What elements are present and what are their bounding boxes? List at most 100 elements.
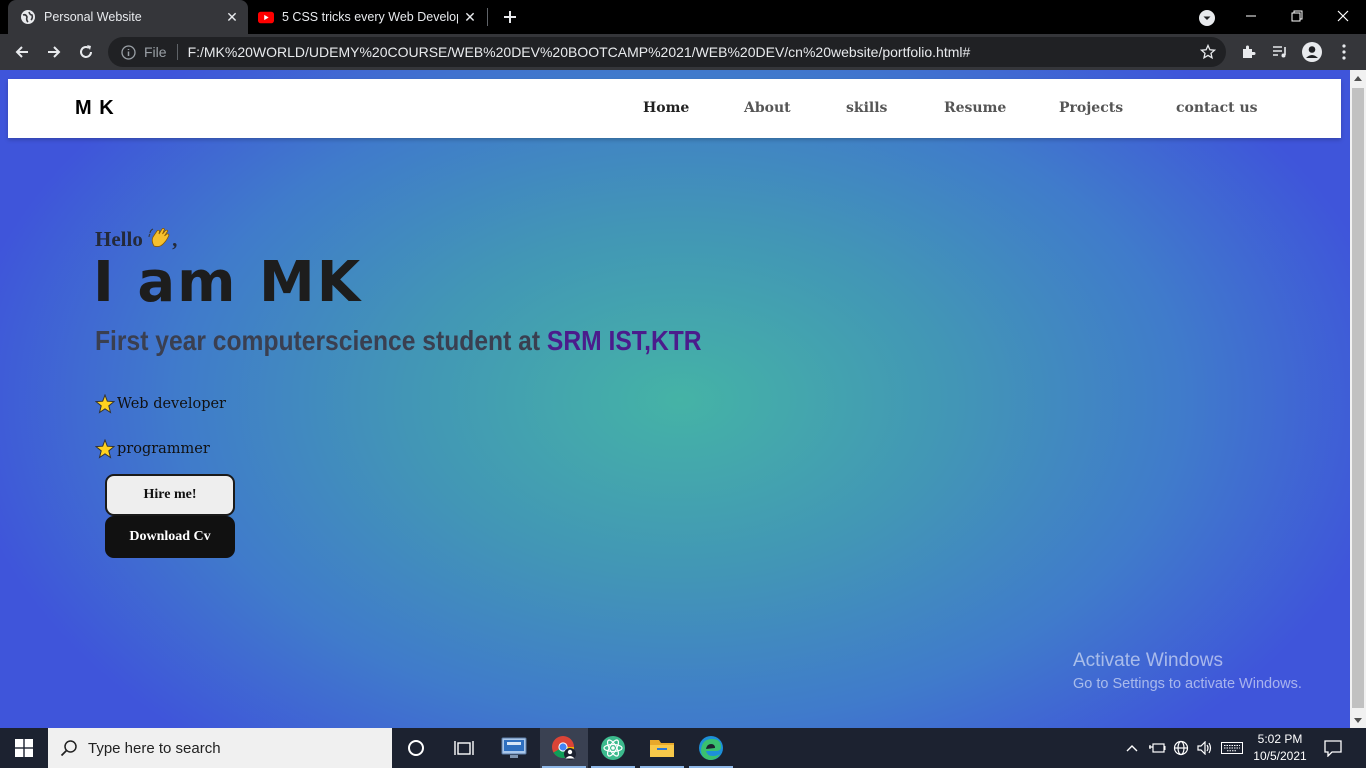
start-button[interactable] <box>0 728 48 768</box>
reload-icon <box>80 45 92 58</box>
cortana-button[interactable] <box>392 728 440 768</box>
taskbar-search-box[interactable]: Type here to search <box>48 728 392 768</box>
speaker-icon <box>1197 741 1212 755</box>
close-icon <box>1337 10 1349 22</box>
tab-personal-website[interactable]: Personal Website ✕ <box>8 0 248 34</box>
volume-tray-button[interactable] <box>1194 728 1216 768</box>
show-hidden-icons-button[interactable] <box>1120 728 1144 768</box>
greeting-text: Hello <box>95 227 143 251</box>
greeting: Hello , <box>95 226 177 252</box>
extensions-button[interactable] <box>1234 38 1262 66</box>
battery-plug-icon <box>1149 743 1166 753</box>
download-cv-button[interactable]: Download Cv <box>105 516 235 558</box>
edge-taskbar-button[interactable] <box>687 728 735 768</box>
url-text[interactable]: F:/MK%20WORLD/UDEMY%20COURSE/WEB%20DEV%2… <box>188 44 1194 60</box>
tab-title: 5 CSS tricks every Web Developer <box>282 10 458 24</box>
notification-icon <box>1324 740 1342 757</box>
back-button[interactable] <box>8 38 36 66</box>
tab-title: Personal Website <box>44 10 142 24</box>
battery-tray-button[interactable] <box>1146 728 1168 768</box>
forward-button[interactable] <box>40 38 68 66</box>
chrome-taskbar-button[interactable] <box>540 728 588 768</box>
cortana-icon <box>408 740 424 756</box>
scroll-down-arrow-icon[interactable] <box>1350 712 1366 728</box>
page-viewport: M K Home About skills Resume Projects co… <box>0 70 1350 728</box>
tagline: First year computerscience student at SR… <box>95 325 702 357</box>
arrow-left-icon <box>15 46 28 58</box>
chevron-down-icon <box>1199 10 1215 26</box>
scrollbar-thumb[interactable] <box>1352 88 1364 708</box>
nav-resume[interactable]: Resume <box>944 100 1006 116</box>
restore-button[interactable] <box>1274 0 1320 32</box>
search-placeholder: Type here to search <box>88 739 221 757</box>
plus-icon <box>504 11 516 23</box>
system-clock[interactable]: 5:02 PM 10/5/2021 <box>1248 731 1312 765</box>
close-tab-icon[interactable]: ✕ <box>220 5 244 29</box>
site-logo[interactable]: M K <box>75 97 115 120</box>
browser-toolbar: File F:/MK%20WORLD/UDEMY%20COURSE/WEB%20… <box>0 34 1366 70</box>
puzzle-icon <box>1243 45 1256 58</box>
tagline-text: First year computerscience student at <box>95 325 547 356</box>
profile-button[interactable] <box>1298 38 1326 66</box>
close-window-button[interactable] <box>1320 0 1366 32</box>
hire-me-button[interactable]: Hire me! <box>105 474 235 516</box>
avatar-icon <box>1302 42 1322 62</box>
page-title: I am MK <box>93 250 363 315</box>
new-tab-button[interactable] <box>498 5 522 29</box>
nav-about[interactable]: About <box>744 100 791 116</box>
remote-desktop-button[interactable] <box>490 728 538 768</box>
playlist-icon <box>1273 46 1286 58</box>
nav-projects[interactable]: Projects <box>1059 100 1123 116</box>
glowing-star-icon <box>95 394 115 414</box>
media-control-button[interactable] <box>1266 38 1294 66</box>
minimize-icon <box>1246 15 1256 17</box>
reload-button[interactable] <box>72 38 100 66</box>
bookmark-star-icon[interactable] <box>1194 38 1222 66</box>
tab-css-tricks[interactable]: 5 CSS tricks every Web Developer ✕ <box>250 0 486 34</box>
restore-icon <box>1291 10 1303 22</box>
windows-logo-icon <box>15 739 33 757</box>
search-icon <box>60 740 77 757</box>
glowing-star-icon <box>95 439 115 459</box>
youtube-icon <box>258 9 274 25</box>
action-center-button[interactable] <box>1320 728 1346 768</box>
kebab-menu-icon <box>1342 44 1346 60</box>
globe-network-icon <box>1173 740 1189 756</box>
task-view-button[interactable] <box>440 728 488 768</box>
chrome-icon <box>552 736 576 760</box>
minimize-button[interactable] <box>1228 0 1274 32</box>
nav-home[interactable]: Home <box>643 100 689 116</box>
activate-windows-watermark: Activate Windows Go to Settings to activ… <box>1073 650 1302 692</box>
address-bar[interactable]: File F:/MK%20WORLD/UDEMY%20COURSE/WEB%20… <box>108 37 1226 67</box>
role-item: Web developer <box>95 394 226 414</box>
atom-icon <box>601 736 625 760</box>
clock-time: 5:02 PM <box>1257 732 1303 746</box>
close-tab-icon[interactable]: ✕ <box>458 5 482 29</box>
site-navbar: M K Home About skills Resume Projects co… <box>8 79 1341 138</box>
scroll-up-arrow-icon[interactable] <box>1350 70 1366 86</box>
role-label: Web developer <box>117 396 226 412</box>
page-scrollbar[interactable] <box>1350 70 1366 728</box>
network-tray-button[interactable] <box>1170 728 1192 768</box>
chrome-menu-button[interactable] <box>1330 38 1358 66</box>
scheme-label: File <box>144 44 167 60</box>
chevron-up-icon <box>1126 745 1138 752</box>
role-label: programmer <box>117 441 210 457</box>
tab-strip: Personal Website ✕ 5 CSS tricks every We… <box>0 0 1366 34</box>
nav-skills[interactable]: skills <box>846 100 887 116</box>
info-icon[interactable] <box>120 44 136 60</box>
globe-icon <box>20 9 36 25</box>
waving-hand-icon <box>148 226 172 250</box>
windows-taskbar: Type here to search 5:02 PM 10/5/2021 <box>0 728 1366 768</box>
watermark-subtitle: Go to Settings to activate Windows. <box>1073 676 1302 692</box>
task-view-icon <box>454 741 474 755</box>
nav-contact-us[interactable]: contact us <box>1176 100 1258 116</box>
tab-separator <box>487 8 488 26</box>
tab-search-button[interactable] <box>1197 8 1217 28</box>
role-item: programmer <box>95 439 210 459</box>
greeting-suffix: , <box>172 227 178 251</box>
watermark-title: Activate Windows <box>1073 650 1223 671</box>
keyboard-tray-button[interactable] <box>1218 728 1246 768</box>
file-explorer-button[interactable] <box>638 728 686 768</box>
atom-taskbar-button[interactable] <box>589 728 637 768</box>
